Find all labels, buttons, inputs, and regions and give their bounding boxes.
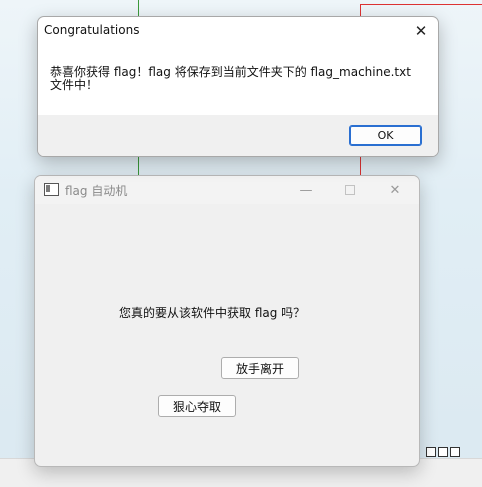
app-window-icon xyxy=(44,183,59,196)
dialog-message-line1: 恭喜你获得 flag！flag 将保存到当前文件夹下的 flag_machine… xyxy=(50,65,411,79)
tray-icon xyxy=(450,447,460,457)
ok-button[interactable]: OK xyxy=(349,125,422,146)
dialog-footer: OK xyxy=(38,115,438,156)
dialog-close-button[interactable]: ✕ xyxy=(410,20,432,42)
question-label: 您真的要从该软件中获取 flag 吗？ xyxy=(119,306,306,320)
window-close-button[interactable]: ✕ xyxy=(382,180,408,200)
leave-button[interactable]: 放手离开 xyxy=(221,357,299,379)
dialog-titlebar[interactable]: Congratulations ✕ xyxy=(38,17,438,45)
dialog-message-line2: 文件中！ xyxy=(50,78,99,92)
maximize-button[interactable] xyxy=(337,180,363,200)
window-titlebar[interactable]: flag 自动机 — ✕ xyxy=(35,176,419,204)
flag-machine-window: flag 自动机 — ✕ 您真的要从该软件中获取 flag 吗？ 放手离开 狠心… xyxy=(34,175,420,467)
window-title: flag 自动机 xyxy=(65,184,128,198)
tray-icon xyxy=(426,447,436,457)
minimize-button[interactable]: — xyxy=(293,180,319,200)
dialog-message: 恭喜你获得 flag！flag 将保存到当前文件夹下的 flag_machine… xyxy=(50,66,426,92)
background-tray-icons xyxy=(426,447,466,459)
dialog-title: Congratulations xyxy=(44,23,140,37)
maximize-icon xyxy=(345,185,355,195)
tray-icon xyxy=(438,447,448,457)
take-button[interactable]: 狠心夺取 xyxy=(158,395,236,417)
congratulations-dialog: Congratulations ✕ 恭喜你获得 flag！flag 将保存到当前… xyxy=(37,16,439,157)
background-line-red-horizontal xyxy=(360,4,482,5)
